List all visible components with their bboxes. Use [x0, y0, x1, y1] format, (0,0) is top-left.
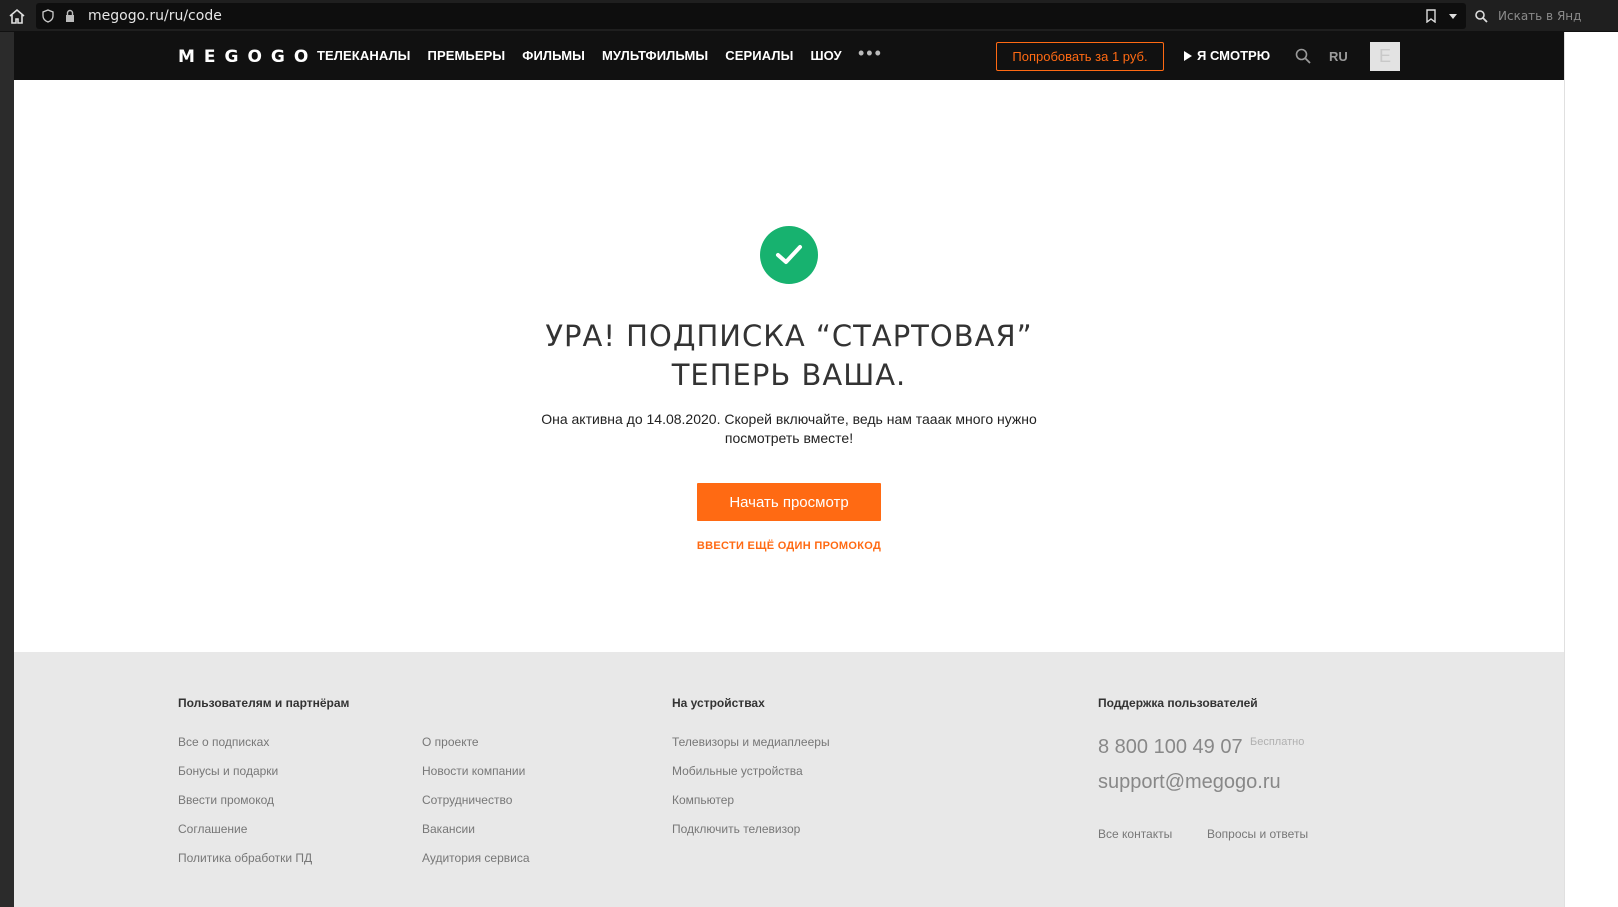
footer-link-audience[interactable]: Аудитория сервиса	[422, 851, 530, 865]
footer-link-jobs[interactable]: Вакансии	[422, 822, 475, 836]
watching-label: Я СМОТРЮ	[1197, 48, 1271, 63]
try-subscription-button[interactable]: Попробовать за 1 руб.	[996, 42, 1164, 71]
chevron-down-icon[interactable]	[1446, 9, 1460, 23]
footer: Пользователям и партнёрам Все о подписка…	[14, 652, 1564, 907]
search-placeholder: Искать в Янд	[1498, 9, 1582, 23]
footer-link-news[interactable]: Новости компании	[422, 764, 525, 778]
footer-link-bonuses[interactable]: Бонусы и подарки	[178, 764, 278, 778]
support-phone[interactable]: 8 800 100 49 07	[1098, 736, 1243, 759]
more-menu-button[interactable]: •••	[858, 43, 883, 64]
url-text[interactable]: megogo.ru/ru/code	[88, 8, 222, 24]
shield-icon[interactable]	[42, 9, 54, 23]
language-switcher[interactable]: RU	[1329, 49, 1348, 64]
nav-item-premieres[interactable]: ПРЕМЬЕРЫ	[428, 48, 506, 63]
enter-another-promo-label[interactable]: ВВЕСТИ ЕЩЁ ОДИН ПРОМОКОД	[697, 540, 881, 552]
search-icon	[1474, 9, 1490, 23]
footer-link-contacts[interactable]: Все контакты	[1098, 827, 1172, 841]
bookmark-icon[interactable]	[1424, 9, 1438, 24]
footer-link-computer[interactable]: Компьютер	[672, 793, 734, 807]
browser-search-field[interactable]: Искать в Янд	[1470, 3, 1618, 29]
nav-item-series[interactable]: СЕРИАЛЫ	[725, 48, 793, 63]
success-title-line1: УРА! ПОДПИСКА “СТАРТОВАЯ”	[545, 319, 1033, 353]
footer-support-title: Поддержка пользователей	[1098, 696, 1258, 710]
footer-link-agreement[interactable]: Соглашение	[178, 822, 247, 836]
browser-side-gutter	[1564, 32, 1618, 907]
site-header: MEGOGO ТЕЛЕКАНАЛЫ ПРЕМЬЕРЫ ФИЛЬМЫ МУЛЬТФ…	[14, 32, 1564, 80]
address-bar[interactable]: megogo.ru/ru/code	[36, 3, 1466, 29]
browser-toolbar: megogo.ru/ru/code Искать в Янд	[0, 0, 1618, 32]
success-description: Она активна до 14.08.2020. Скорей включа…	[541, 411, 1037, 446]
footer-link-cooperation[interactable]: Сотрудничество	[422, 793, 512, 807]
main-nav: ТЕЛЕКАНАЛЫ ПРЕМЬЕРЫ ФИЛЬМЫ МУЛЬТФИЛЬМЫ С…	[317, 48, 859, 63]
footer-link-promo[interactable]: Ввести промокод	[178, 793, 274, 807]
success-check-icon	[760, 226, 818, 284]
footer-link-privacy[interactable]: Политика обработки ПД	[178, 851, 312, 865]
support-email[interactable]: support@megogo.ru	[1098, 771, 1281, 794]
start-watching-button[interactable]: Начать просмотр	[697, 483, 881, 521]
footer-link-subscriptions[interactable]: Все о подписках	[178, 735, 269, 749]
megogo-logo[interactable]: MEGOGO	[178, 47, 317, 67]
footer-devices-title: На устройствах	[672, 696, 765, 710]
footer-link-faq[interactable]: Вопросы и ответы	[1207, 827, 1308, 841]
footer-link-mobile[interactable]: Мобильные устройства	[672, 764, 803, 778]
footer-link-tv[interactable]: Телевизоры и медиаплееры	[672, 735, 830, 749]
nav-item-shows[interactable]: ШОУ	[810, 48, 841, 63]
search-icon[interactable]	[1294, 47, 1312, 65]
nav-item-cartoons[interactable]: МУЛЬТФИЛЬМЫ	[602, 48, 708, 63]
watching-link[interactable]: Я СМОТРЮ	[1184, 48, 1270, 63]
enter-another-promo-link: ВВЕСТИ ЕЩЁ ОДИН ПРОМОКОД	[14, 540, 1564, 552]
nav-item-tv-channels[interactable]: ТЕЛЕКАНАЛЫ	[317, 48, 411, 63]
lock-icon	[64, 9, 76, 23]
phone-free-label: Бесплатно	[1250, 736, 1305, 748]
page: MEGOGO ТЕЛЕКАНАЛЫ ПРЕМЬЕРЫ ФИЛЬМЫ МУЛЬТФ…	[14, 32, 1564, 907]
home-icon[interactable]	[4, 4, 30, 28]
play-icon	[1184, 50, 1192, 61]
footer-link-about[interactable]: О проекте	[422, 735, 479, 749]
nav-item-films[interactable]: ФИЛЬМЫ	[522, 48, 585, 63]
footer-users-title: Пользователям и партнёрам	[178, 696, 350, 710]
success-title-line2: ТЕПЕРЬ ВАША.	[671, 358, 907, 392]
footer-link-connect-tv[interactable]: Подключить телевизор	[672, 822, 800, 836]
avatar[interactable]: E	[1370, 42, 1400, 71]
